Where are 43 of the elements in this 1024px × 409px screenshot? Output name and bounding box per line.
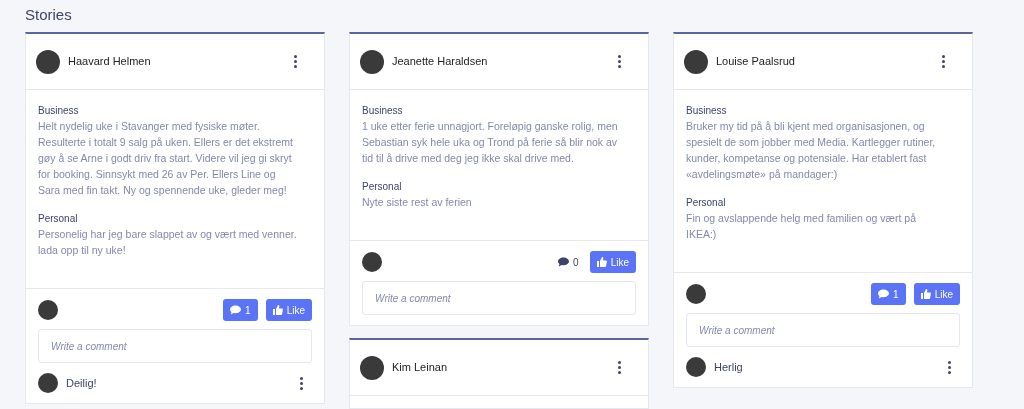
page-title: Stories xyxy=(25,5,73,25)
thumbs-up-icon xyxy=(920,289,931,299)
comment-field[interactable]: Write a comment xyxy=(362,281,636,315)
story-text: Fin og avslappende helg med familien og vært på IKEA:) xyxy=(686,211,917,242)
author-name: Jeanette Haraldsen xyxy=(392,54,488,70)
section-label: Business xyxy=(38,104,80,118)
story-text: Bruker my tid på å bli kjent med organisasjonen, og spesielt de som jobber med Media. Kartlegger rutiner, kunder, kompetanse og potensiale. Har etablert fast «avdelingsmøte» på mandager:) xyxy=(686,119,937,182)
speech-bubble-icon xyxy=(558,257,570,267)
section-label: Business xyxy=(362,104,404,118)
author-name: Louise Paalsrud xyxy=(716,54,795,70)
author-name: Kim Leinan xyxy=(392,360,448,376)
comments-button[interactable]: 1 xyxy=(871,283,906,305)
comments-button[interactable]: 1 xyxy=(223,299,258,321)
avatar xyxy=(686,357,706,377)
story-text: Nyte siste rest av ferien xyxy=(362,195,473,210)
story-text: Helt nydelig uke i Stavanger med fysiske møter. Resulterte i totalt 9 salg på uken. Ellers er det ekstremt gøy å se Arne i godt driv fra start. Videre vil jeg gi skryt for booking. Sinnsykt med 26 av Per. Ellers Line og Sara med fin takt. Ny og spennende uke, gleder meg! xyxy=(38,119,295,198)
avatar xyxy=(684,49,708,74)
avatar xyxy=(36,49,60,74)
thumbs-up-icon xyxy=(272,305,283,315)
comment-text: Herlig xyxy=(714,359,743,375)
avatar xyxy=(686,284,706,304)
story-text: 1 uke etter ferie unnagjort. Foreløpig ganske rolig, men Sebastian syk hele uka og Trond på ferie så blir nok av tid til å drive med deg jeg ikke skal drive med. xyxy=(362,119,619,166)
section-label: Business xyxy=(686,104,728,118)
section-label: Personal xyxy=(38,212,79,226)
comment-field[interactable]: Write a comment xyxy=(38,329,312,363)
speech-bubble-icon xyxy=(230,305,242,315)
like-button[interactable]: Like xyxy=(589,251,636,273)
section-label: Personal xyxy=(362,180,403,194)
avatar xyxy=(38,300,58,320)
avatar xyxy=(360,355,384,380)
like-button[interactable]: Like xyxy=(265,299,312,321)
avatar xyxy=(38,373,58,393)
like-button[interactable]: Like xyxy=(913,283,960,305)
thumbs-up-icon xyxy=(596,257,607,267)
comment-field[interactable]: Write a comment xyxy=(686,313,960,347)
story-text: Personelig har jeg bare slappet av og vært med venner. lada opp til ny uke! xyxy=(38,227,298,258)
avatar xyxy=(362,252,382,272)
comments-button[interactable]: 0 xyxy=(551,251,586,273)
speech-bubble-icon xyxy=(878,289,890,299)
author-name: Haavard Helmen xyxy=(68,54,151,70)
section-label: Personal xyxy=(686,196,727,210)
avatar xyxy=(360,49,384,74)
comment-text: Deilig! xyxy=(66,375,97,391)
